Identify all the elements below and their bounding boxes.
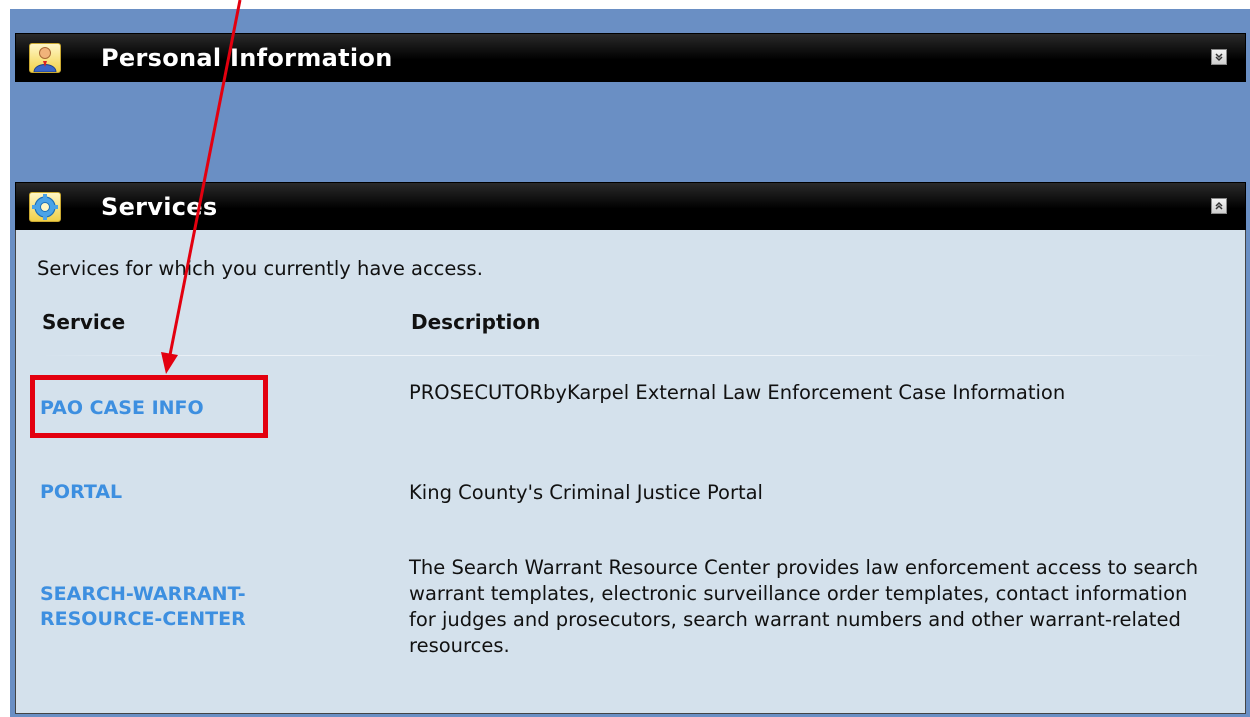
annotation-arrow: [161, 0, 242, 374]
